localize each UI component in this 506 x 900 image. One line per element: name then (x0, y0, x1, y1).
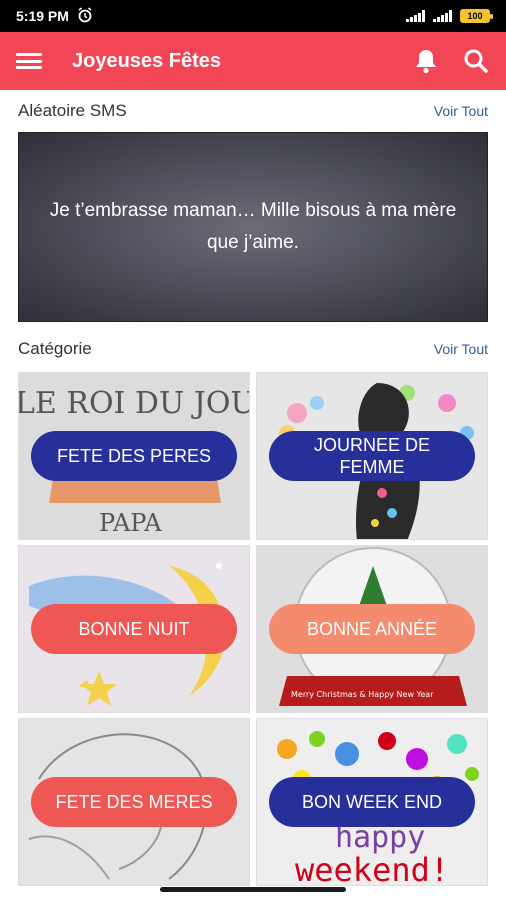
app-bar: Joyeuses Fêtes (0, 32, 506, 90)
signal-icon (406, 10, 425, 22)
random-sms-text: Je t’embrasse maman… Mille bisous à ma m… (49, 200, 457, 253)
category-title: Catégorie (18, 339, 92, 358)
image-subcaption: weekend! (295, 851, 449, 886)
search-icon[interactable] (462, 47, 490, 75)
category-tile-bonne-annee[interactable]: Merry Christmas & Happy New Year BONNE A… (256, 545, 488, 713)
category-label: FETE DES PERES (31, 431, 237, 481)
battery-icon: 100 (460, 9, 493, 23)
signal-icon (433, 10, 452, 22)
category-label: BONNE ANNÉE (269, 604, 475, 654)
menu-icon[interactable] (16, 51, 42, 71)
category-header: Catégorie Voir Tout (0, 328, 506, 370)
category-label: BONNE NUIT (31, 604, 237, 654)
category-tile-bon-week-end[interactable]: happy weekend! BON WEEK END (256, 718, 488, 886)
category-label: FETE DES MERES (31, 777, 237, 827)
alarm-icon (77, 6, 93, 26)
app-title: Joyeuses Fêtes (72, 49, 221, 72)
random-sms-card[interactable]: Je t’embrasse maman… Mille bisous à ma m… (18, 132, 488, 322)
random-sms-title: Aléatoire SMS (18, 101, 127, 120)
category-tile-bonne-nuit[interactable]: BONNE NUIT (18, 545, 250, 713)
image-subcaption: PAPA (99, 509, 162, 537)
bell-icon[interactable] (412, 47, 440, 75)
battery-level: 100 (467, 11, 483, 21)
status-time: 5:19 PM (16, 8, 69, 24)
category-tile-fete-des-peres[interactable]: LE ROI DU JOUR PAPA FETE DES PERES (18, 372, 250, 540)
category-tile-journee-de-femme[interactable]: JOURNEE DE FEMME (256, 372, 488, 540)
image-caption: LE ROI DU JOUR (19, 386, 250, 421)
category-tile-fete-des-meres[interactable]: FETE DES MERES (18, 718, 250, 886)
home-indicator[interactable] (160, 887, 346, 892)
category-see-all-link[interactable]: Voir Tout (434, 341, 488, 357)
image-caption: Merry Christmas & Happy New Year (291, 690, 434, 699)
category-label: BON WEEK END (269, 777, 475, 827)
category-label: JOURNEE DE FEMME (269, 431, 475, 481)
category-grid: LE ROI DU JOUR PAPA FETE DES PERES JOURN… (0, 372, 506, 886)
random-sms-see-all-link[interactable]: Voir Tout (434, 103, 488, 119)
random-sms-header: Aléatoire SMS Voir Tout (0, 90, 506, 132)
status-bar: 5:19 PM 100 (0, 0, 506, 32)
